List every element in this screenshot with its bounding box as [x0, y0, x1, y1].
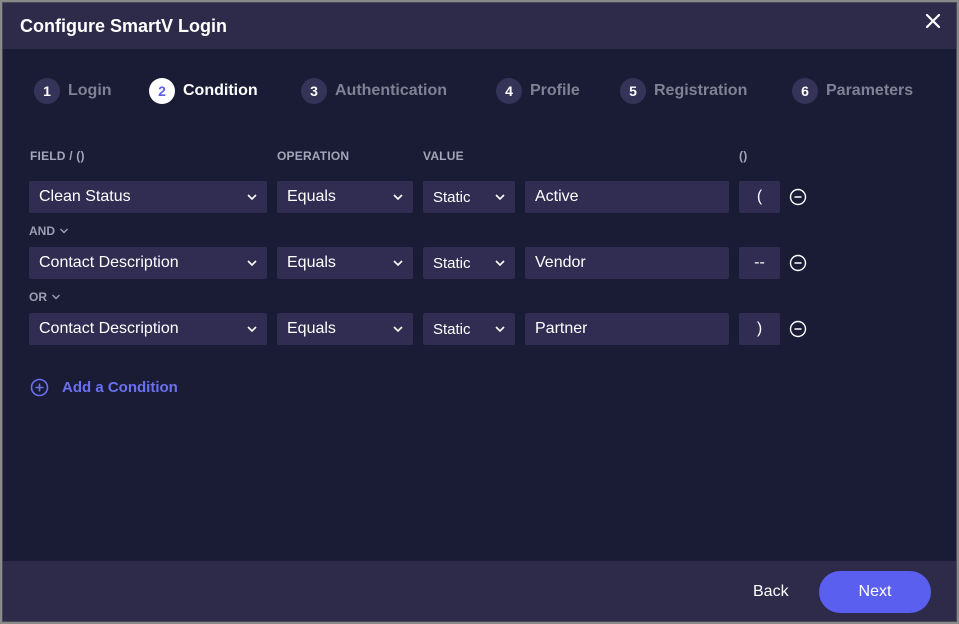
value-type-select[interactable]: Static — [423, 181, 515, 213]
step-label: Authentication — [335, 82, 447, 99]
step-profile[interactable]: 4 Profile — [496, 77, 580, 105]
operation-select[interactable]: Equals — [277, 313, 413, 345]
paren-value: ( — [756, 188, 763, 205]
step-number: 1 — [34, 78, 60, 104]
step-number: 3 — [301, 78, 327, 104]
step-number: 5 — [620, 78, 646, 104]
remove-condition-icon[interactable] — [789, 254, 807, 272]
value-text: Active — [535, 188, 579, 205]
chevron-down-icon — [60, 228, 68, 234]
step-label: Profile — [530, 82, 580, 99]
step-condition[interactable]: 2 Condition — [149, 77, 258, 105]
chevron-down-icon — [495, 194, 505, 201]
chevron-down-icon — [393, 326, 403, 333]
chevron-down-icon — [495, 326, 505, 333]
step-number: 2 — [149, 78, 175, 104]
field-value: Clean Status — [39, 188, 131, 205]
step-label: Parameters — [826, 82, 914, 99]
step-number: 4 — [496, 78, 522, 104]
dialog-header: Configure SmartV Login — [3, 3, 956, 49]
chevron-down-icon — [495, 260, 505, 267]
next-button[interactable]: Next — [819, 571, 931, 613]
add-condition-button[interactable]: Add a Condition — [30, 378, 178, 397]
paren-select[interactable]: ) — [739, 313, 780, 345]
operation-value: Equals — [287, 254, 336, 271]
operation-value: Equals — [287, 320, 336, 337]
chevron-down-icon — [247, 260, 257, 267]
step-authentication[interactable]: 3 Authentication — [301, 77, 447, 105]
value-input[interactable]: Active — [525, 181, 729, 213]
step-number: 6 — [792, 78, 818, 104]
column-header-parens: () — [739, 149, 748, 163]
connector-label: OR — [29, 290, 47, 304]
connector-label: AND — [29, 224, 55, 238]
value-text: Vendor — [535, 254, 586, 271]
field-select[interactable]: Contact Description — [29, 247, 267, 279]
connector-or[interactable]: OR — [29, 290, 61, 304]
plus-circle-icon — [30, 378, 49, 397]
value-type: Static — [433, 188, 471, 206]
configure-dialog: Configure SmartV Login 1 Login 2 Conditi… — [2, 2, 957, 622]
chevron-down-icon — [52, 294, 60, 300]
close-icon[interactable] — [924, 12, 942, 30]
field-value: Contact Description — [39, 254, 179, 271]
step-registration[interactable]: 5 Registration — [620, 77, 747, 105]
column-header-value: VALUE — [423, 149, 464, 163]
value-input[interactable]: Partner — [525, 313, 729, 345]
value-type-select[interactable]: Static — [423, 247, 515, 279]
step-login[interactable]: 1 Login — [34, 77, 112, 105]
chevron-down-icon — [393, 194, 403, 201]
value-type: Static — [433, 254, 471, 272]
value-type-select[interactable]: Static — [423, 313, 515, 345]
paren-value: ) — [756, 320, 763, 337]
step-label: Login — [68, 82, 112, 99]
paren-select[interactable]: ( — [739, 181, 780, 213]
value-input[interactable]: Vendor — [525, 247, 729, 279]
field-select[interactable]: Contact Description — [29, 313, 267, 345]
back-button[interactable]: Back — [753, 583, 789, 601]
dialog-title: Configure SmartV Login — [20, 15, 227, 36]
column-header-operation: OPERATION — [277, 149, 350, 163]
chevron-down-icon — [247, 194, 257, 201]
chevron-down-icon — [247, 326, 257, 333]
value-text: Partner — [535, 320, 588, 337]
dialog-footer: Back Next — [3, 561, 956, 621]
operation-value: Equals — [287, 188, 336, 205]
paren-value: -- — [754, 254, 765, 271]
operation-select[interactable]: Equals — [277, 247, 413, 279]
add-condition-label: Add a Condition — [62, 379, 178, 396]
field-select[interactable]: Clean Status — [29, 181, 267, 213]
step-parameters[interactable]: 6 Parameters — [792, 77, 913, 105]
chevron-down-icon — [393, 260, 403, 267]
connector-and[interactable]: AND — [29, 224, 69, 238]
operation-select[interactable]: Equals — [277, 181, 413, 213]
field-value: Contact Description — [39, 320, 179, 337]
step-label: Condition — [183, 82, 258, 99]
column-header-field: FIELD / () — [30, 149, 85, 163]
step-label: Registration — [654, 82, 748, 99]
value-type: Static — [433, 320, 471, 338]
wizard-steps: 1 Login 2 Condition 3 Authentication 4 P… — [3, 77, 956, 107]
remove-condition-icon[interactable] — [789, 188, 807, 206]
remove-condition-icon[interactable] — [789, 320, 807, 338]
paren-select[interactable]: -- — [739, 247, 780, 279]
